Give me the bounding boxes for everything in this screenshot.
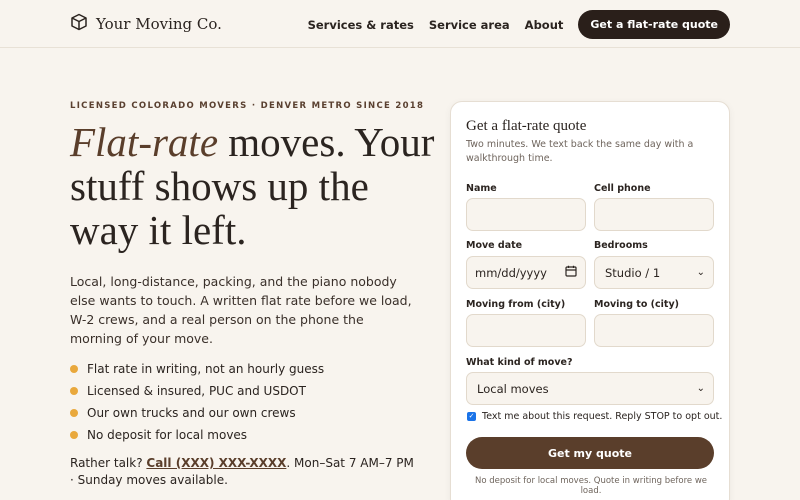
headline-accent: Flat-rate — [70, 119, 219, 165]
sms-consent-checkbox[interactable]: ✓ — [467, 412, 476, 421]
bedrooms-value: Studio / 1 — [605, 265, 661, 280]
name-input[interactable] — [466, 198, 586, 231]
brand-name: Your Moving Co. — [96, 15, 222, 33]
form-fineprint: No deposit for local moves. Quote in wri… — [475, 476, 707, 496]
callout-prefix: Rather talk? — [70, 456, 147, 470]
moving-to-input[interactable] — [594, 314, 714, 347]
move-kind-select[interactable]: Local moves ⌄ — [466, 372, 714, 405]
phone-callout: Rather talk? Call (XXX) XXX-XXXX. Mon–Sa… — [70, 455, 415, 489]
sms-consent-row: ✓ Text me about this request. Reply STOP… — [467, 411, 722, 422]
move-kind-value: Local moves — [477, 381, 549, 396]
quote-form-card: Get a flat-rate quote Two minutes. We te… — [450, 101, 730, 500]
bedrooms-label: Bedrooms — [594, 240, 648, 251]
nav-service-area[interactable]: Service area — [429, 18, 510, 32]
feature-item: Our own trucks and our own crews — [70, 402, 324, 424]
moving-to-label: Moving to (city) — [594, 299, 679, 310]
phone-label: Cell phone — [594, 183, 651, 194]
nav-about[interactable]: About — [525, 18, 564, 32]
feature-list: Flat rate in writing, not an hourly gues… — [70, 358, 324, 446]
bullet-dot-icon — [70, 409, 78, 417]
sms-consent-label: Text me about this request. Reply STOP t… — [482, 411, 723, 422]
get-quote-button[interactable]: Get my quote — [466, 437, 714, 469]
box-icon — [70, 13, 88, 35]
hero-intro: Local, long-distance, packing, and the p… — [70, 274, 412, 346]
bullet-dot-icon — [70, 387, 78, 395]
feature-text: Our own trucks and our own crews — [87, 406, 296, 420]
move-date-input[interactable]: mm/dd/yyyy — [466, 256, 586, 289]
nav-services-rates[interactable]: Services & rates — [308, 18, 414, 32]
main-nav: Services & rates Service area About Get … — [308, 10, 730, 39]
moving-from-input[interactable] — [466, 314, 586, 347]
bedrooms-select[interactable]: Studio / 1 ⌄ — [594, 256, 714, 289]
hero-eyebrow: LICENSED COLORADO MOVERS · DENVER METRO … — [70, 101, 425, 111]
chevron-down-icon: ⌄ — [696, 267, 705, 278]
form-title: Get a flat-rate quote — [466, 118, 587, 134]
checkmark-icon: ✓ — [468, 412, 475, 420]
bullet-dot-icon — [70, 431, 78, 439]
feature-text: No deposit for local moves — [87, 428, 248, 442]
feature-text: Licensed & insured, PUC and USDOT — [87, 384, 306, 398]
feature-item: No deposit for local moves — [70, 424, 324, 446]
chevron-down-icon: ⌄ — [696, 383, 705, 394]
name-label: Name — [466, 183, 497, 194]
moving-from-label: Moving from (city) — [466, 299, 566, 310]
form-subtitle: Two minutes. We text back the same day w… — [466, 139, 694, 164]
bullet-dot-icon — [70, 365, 78, 373]
site-header: Your Moving Co. Services & rates Service… — [0, 0, 800, 48]
move-kind-label: What kind of move? — [466, 357, 573, 368]
feature-item: Licensed & insured, PUC and USDOT — [70, 380, 324, 402]
call-phone-link[interactable]: Call (XXX) XXX-XXXX — [146, 456, 286, 470]
brand[interactable]: Your Moving Co. — [70, 13, 222, 35]
calendar-icon[interactable] — [565, 265, 577, 280]
cell-phone-input[interactable] — [594, 198, 714, 231]
header-quote-button[interactable]: Get a flat-rate quote — [578, 10, 730, 39]
date-placeholder: mm/dd/yyyy — [475, 265, 547, 280]
move-date-label: Move date — [466, 240, 523, 251]
hero-headline: Flat-rate moves. Your stuff shows up the… — [70, 120, 440, 252]
feature-item: Flat rate in writing, not an hourly gues… — [70, 358, 324, 380]
feature-text: Flat rate in writing, not an hourly gues… — [87, 362, 325, 376]
